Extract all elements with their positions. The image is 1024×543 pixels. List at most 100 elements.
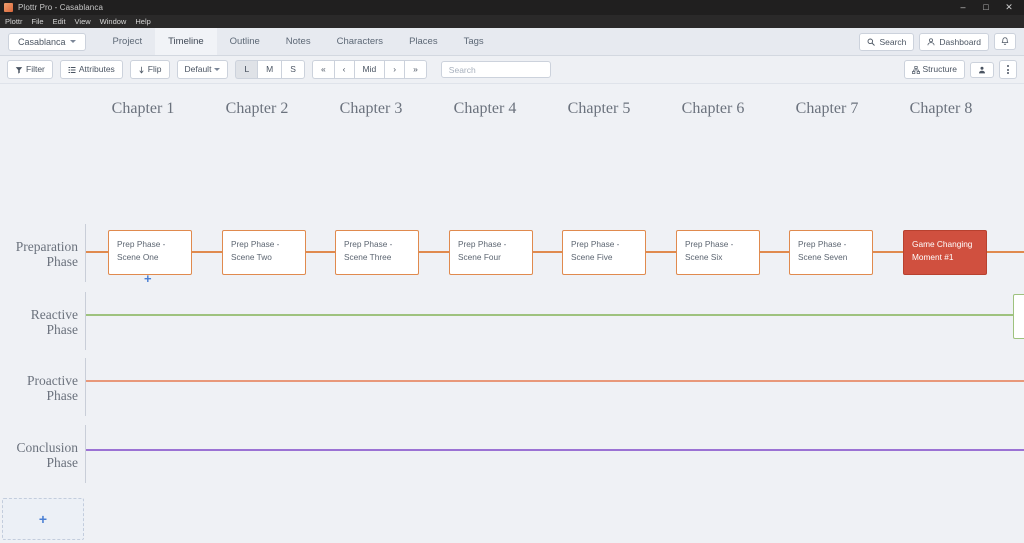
row-label-proactive[interactable]: Proactive Phase [0, 373, 78, 403]
title-bar: Plottr Pro - Casablanca – □ ✕ [0, 0, 1024, 15]
plus-icon: + [39, 512, 47, 526]
window-title: Plottr Pro - Casablanca [18, 3, 103, 12]
chapter-header-6[interactable]: Chapter 6 [656, 84, 770, 134]
preset-selector[interactable]: Default [177, 60, 229, 78]
tab-notes[interactable]: Notes [273, 28, 324, 55]
size-medium-button[interactable]: M [257, 60, 281, 78]
menu-item-help[interactable]: Help [135, 17, 150, 26]
row-label-preparation-line1: Preparation [0, 239, 78, 254]
scene-card-highlighted[interactable]: Game Changing Moment #1 [903, 230, 987, 275]
menu-bar: Plottr File Edit View Window Help [0, 15, 1024, 28]
bell-icon [1001, 37, 1009, 46]
menu-item-window[interactable]: Window [100, 17, 127, 26]
dashboard-button-label: Dashboard [939, 37, 981, 47]
chapter-header-row: Chapter 1 Chapter 2 Chapter 3 Chapter 4 … [86, 84, 1024, 134]
preset-label: Default [185, 64, 212, 74]
tab-outline-label: Outline [230, 36, 260, 47]
menu-item-file[interactable]: File [32, 17, 44, 26]
chapter-header-8[interactable]: Chapter 8 [884, 84, 998, 134]
chevron-down-icon [70, 40, 76, 43]
scene-card[interactable]: Prep Phase - Scene One [108, 230, 192, 275]
size-small-button[interactable]: S [281, 60, 305, 78]
scene-card-title: Prep Phase - Scene Three [344, 239, 392, 262]
row-label-reactive[interactable]: Reactive Phase [0, 307, 78, 337]
search-button-label: Search [879, 37, 906, 47]
plottr-application-window: Plottr Pro - Casablanca – □ ✕ Plottr Fil… [0, 0, 1024, 543]
tab-places[interactable]: Places [396, 28, 451, 55]
nav-previous-button[interactable]: ‹ [334, 60, 354, 78]
tab-project[interactable]: Project [100, 28, 156, 55]
project-selector[interactable]: Casablanca [8, 33, 86, 51]
filter-button[interactable]: Filter [7, 60, 53, 78]
row-label-proactive-line1: Proactive [0, 373, 78, 388]
nav-last-button[interactable]: » [404, 60, 427, 78]
structure-button[interactable]: Structure [904, 60, 966, 78]
scene-card-title: Prep Phase - Scene Seven [798, 239, 847, 262]
menu-item-view[interactable]: View [75, 17, 91, 26]
menu-item-edit[interactable]: Edit [53, 17, 66, 26]
scene-card-title: Game Changing Moment #1 [912, 239, 972, 262]
dashboard-button[interactable]: Dashboard [919, 33, 989, 51]
scene-card-title: Prep Phase - Scene Four [458, 239, 506, 262]
add-row-button[interactable]: + [2, 498, 84, 540]
search-button[interactable]: Search [859, 33, 914, 51]
scene-card[interactable]: Prep Phase - Scene Seven [789, 230, 873, 275]
scene-card[interactable]: Prep Phase - Scene Six [676, 230, 760, 275]
flip-button[interactable]: Flip [130, 60, 170, 78]
main-tabs: Project Timeline Outline Notes Character… [100, 28, 497, 55]
navigation-right-actions: Search Dashboard [859, 33, 1016, 51]
tab-tags[interactable]: Tags [451, 28, 497, 55]
nav-first-button[interactable]: « [312, 60, 334, 78]
menu-item-plottr[interactable]: Plottr [5, 17, 23, 26]
plottr-icon [4, 3, 13, 12]
chapter-header-1[interactable]: Chapter 1 [86, 84, 200, 134]
chapter-header-7[interactable]: Chapter 7 [770, 84, 884, 134]
chapter-header-3[interactable]: Chapter 3 [314, 84, 428, 134]
toolbar-right-actions: Structure [904, 60, 1018, 79]
row-label-preparation[interactable]: Preparation Phase [0, 239, 78, 269]
project-name: Casablanca [18, 37, 66, 47]
more-options-button[interactable] [999, 60, 1017, 79]
tab-characters[interactable]: Characters [324, 28, 396, 55]
row-label-reactive-line2: Phase [0, 322, 78, 337]
timeline-toolbar: Filter Attributes Flip Default L M S [0, 56, 1024, 84]
arrow-down-icon [138, 66, 145, 74]
person-export-icon [978, 66, 986, 74]
maximize-button[interactable]: □ [981, 3, 991, 12]
row-divider-proactive [85, 358, 86, 416]
minimize-button[interactable]: – [958, 3, 968, 12]
scene-card-title: Prep Phase - Scene Five [571, 239, 619, 262]
nav-next-button[interactable]: › [384, 60, 404, 78]
timeline-navigation-group: « ‹ Mid › » [312, 60, 427, 78]
tab-project-label: Project [113, 36, 143, 47]
list-icon [68, 66, 76, 74]
row-line-conclusion [86, 449, 1024, 451]
row-label-conclusion[interactable]: Conclusion Phase [0, 440, 78, 470]
chapter-header-5[interactable]: Chapter 5 [542, 84, 656, 134]
timeline-canvas: Chapter 1 Chapter 2 Chapter 3 Chapter 4 … [0, 84, 1024, 543]
scene-card[interactable]: Prep Phase - Scene Three [335, 230, 419, 275]
structure-button-label: Structure [923, 64, 958, 74]
scene-card[interactable]: Prep Phase - Scene Five [562, 230, 646, 275]
tab-timeline-label: Timeline [168, 36, 204, 47]
tab-timeline[interactable]: Timeline [155, 28, 217, 55]
add-card-button[interactable]: + [144, 272, 152, 285]
scene-card[interactable]: Prep Phase - Scene Two [222, 230, 306, 275]
tab-outline[interactable]: Outline [217, 28, 273, 55]
close-button[interactable]: ✕ [1004, 3, 1014, 12]
row-line-reactive [86, 314, 1024, 316]
timeline-search-input[interactable] [441, 61, 551, 78]
notifications-button[interactable] [994, 33, 1016, 50]
structure-icon [912, 66, 920, 74]
scene-card-partial[interactable] [1013, 294, 1024, 339]
row-label-conclusion-line2: Phase [0, 455, 78, 470]
export-button[interactable] [970, 62, 994, 78]
window-controls: – □ ✕ [958, 3, 1020, 12]
size-large-button[interactable]: L [235, 60, 257, 78]
chapter-header-4[interactable]: Chapter 4 [428, 84, 542, 134]
row-line-proactive [86, 380, 1024, 382]
scene-card[interactable]: Prep Phase - Scene Four [449, 230, 533, 275]
chapter-header-2[interactable]: Chapter 2 [200, 84, 314, 134]
nav-middle-button[interactable]: Mid [354, 60, 385, 78]
attributes-button[interactable]: Attributes [60, 60, 123, 78]
